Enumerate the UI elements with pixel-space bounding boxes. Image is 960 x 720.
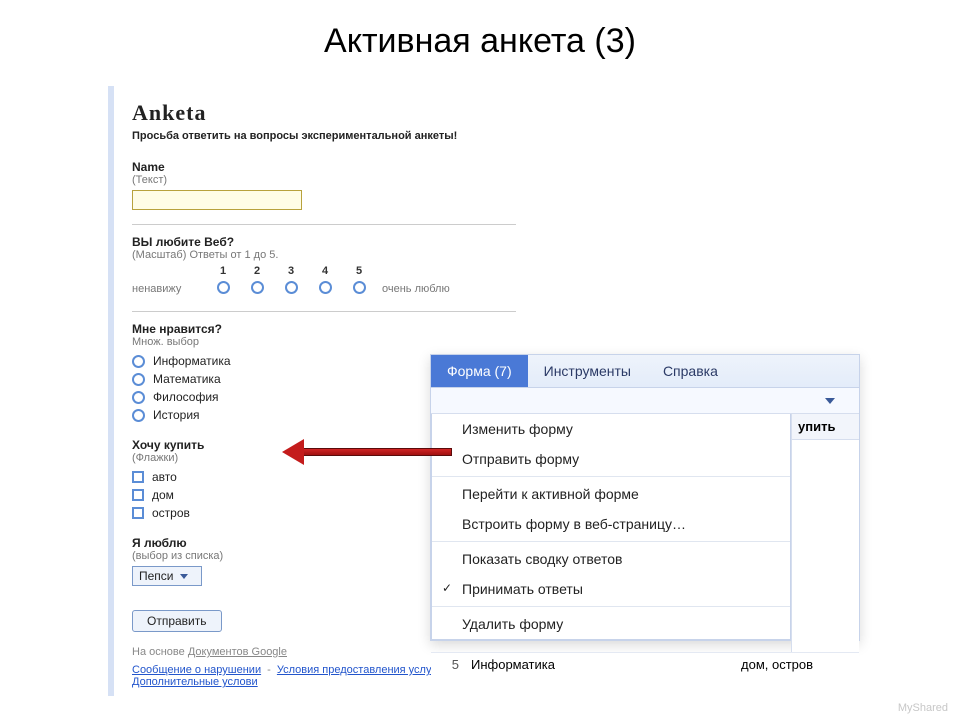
terms-link[interactable]: Условия предоставления услуг: [277, 664, 436, 676]
option-label: дом: [152, 488, 174, 502]
divider: [132, 311, 516, 312]
checkbox-icon: [132, 471, 144, 483]
question-name: Name (Текст): [132, 160, 516, 210]
question-label: Name: [132, 160, 516, 174]
form-description: Просьба ответить на вопросы эксперимента…: [132, 130, 516, 142]
chevron-down-icon[interactable]: [825, 398, 835, 404]
select-value: Пепси: [139, 569, 174, 583]
checkbox-icon: [132, 489, 144, 501]
scale-num: 2: [240, 265, 274, 277]
menuitem-delete-form[interactable]: Удалить форму: [432, 609, 790, 639]
menuitem-goto-active-form[interactable]: Перейти к активной форме: [432, 479, 790, 509]
option-label: Информатика: [153, 354, 231, 368]
menu-separator: [432, 476, 790, 477]
option-label: История: [153, 408, 200, 422]
divider: [132, 224, 516, 225]
radio-icon: [132, 355, 145, 368]
menubar: Форма (7) Инструменты Справка: [431, 355, 859, 388]
menu-form[interactable]: Форма (7): [431, 355, 528, 387]
question-label: ВЫ любите Веб?: [132, 235, 516, 249]
bg-column-fragment: упить: [791, 414, 859, 652]
callout-arrow: [282, 442, 452, 462]
question-label: Мне нравится?: [132, 322, 516, 336]
submit-button[interactable]: Отправить: [132, 610, 222, 632]
scale-num: 4: [308, 265, 342, 277]
checkbox-icon: [132, 507, 144, 519]
scale-num: 3: [274, 265, 308, 277]
row-number: 5: [439, 657, 459, 672]
row-subject: Информатика: [471, 657, 729, 672]
slide-title: Активная анкета (3): [0, 0, 960, 75]
option-label: остров: [152, 506, 190, 520]
menuitem-show-summary[interactable]: Показать сводку ответов: [432, 544, 790, 574]
scale-radio-1[interactable]: [217, 281, 230, 294]
question-scale: ВЫ любите Веб? (Масштаб) Ответы от 1 до …: [132, 235, 516, 297]
question-hint: (Масштаб) Ответы от 1 до 5.: [132, 249, 516, 261]
name-input[interactable]: [132, 190, 302, 210]
love-select[interactable]: Пепси: [132, 566, 202, 586]
menuitem-send-form[interactable]: Отправить форму: [432, 444, 790, 474]
menu-separator: [432, 606, 790, 607]
report-abuse-link[interactable]: Сообщение о нарушении: [132, 664, 261, 676]
scale-numbers: 1 2 3 4 5: [206, 265, 516, 277]
scale-radio-2[interactable]: [251, 281, 264, 294]
scale-num: 5: [342, 265, 376, 277]
scale-num: 1: [206, 265, 240, 277]
question-hint: (Текст): [132, 174, 516, 186]
radio-icon: [132, 373, 145, 386]
radio-icon: [132, 391, 145, 404]
arrow-head-icon: [282, 439, 304, 465]
radio-icon: [132, 409, 145, 422]
option-label: Математика: [153, 372, 221, 386]
scale-radio-4[interactable]: [319, 281, 332, 294]
form-title: Anketa: [132, 100, 516, 126]
scale-high-label: очень люблю: [376, 283, 450, 295]
scale-radio-3[interactable]: [285, 281, 298, 294]
option-label: Философия: [153, 390, 219, 404]
row-buy: дом, остров: [741, 657, 851, 672]
scale-radio-5[interactable]: [353, 281, 366, 294]
google-docs-link[interactable]: Документов Google: [188, 646, 287, 658]
menu-help[interactable]: Справка: [647, 355, 734, 387]
additional-terms-link[interactable]: Дополнительные услови: [132, 676, 258, 688]
question-hint: Множ. выбор: [132, 336, 516, 348]
form-menu-dropdown: Изменить форму Отправить форму Перейти к…: [431, 414, 791, 640]
spreadsheet-popup: Форма (7) Инструменты Справка упить Изме…: [430, 354, 860, 641]
chevron-down-icon: [180, 574, 188, 579]
menu-tools[interactable]: Инструменты: [528, 355, 647, 387]
scale-low-label: ненавижу: [132, 283, 206, 295]
menu-separator: [432, 541, 790, 542]
column-header-fragment: упить: [792, 414, 859, 440]
toolbar-strip: [431, 388, 859, 414]
watermark: MyShared: [898, 702, 948, 714]
menuitem-embed-form[interactable]: Встроить форму в веб-страницу…: [432, 509, 790, 539]
table-row: 5 Информатика дом, остров: [431, 652, 859, 676]
menuitem-accept-responses[interactable]: Принимать ответы: [432, 574, 790, 604]
menuitem-edit-form[interactable]: Изменить форму: [432, 414, 790, 444]
option-label: авто: [152, 470, 177, 484]
